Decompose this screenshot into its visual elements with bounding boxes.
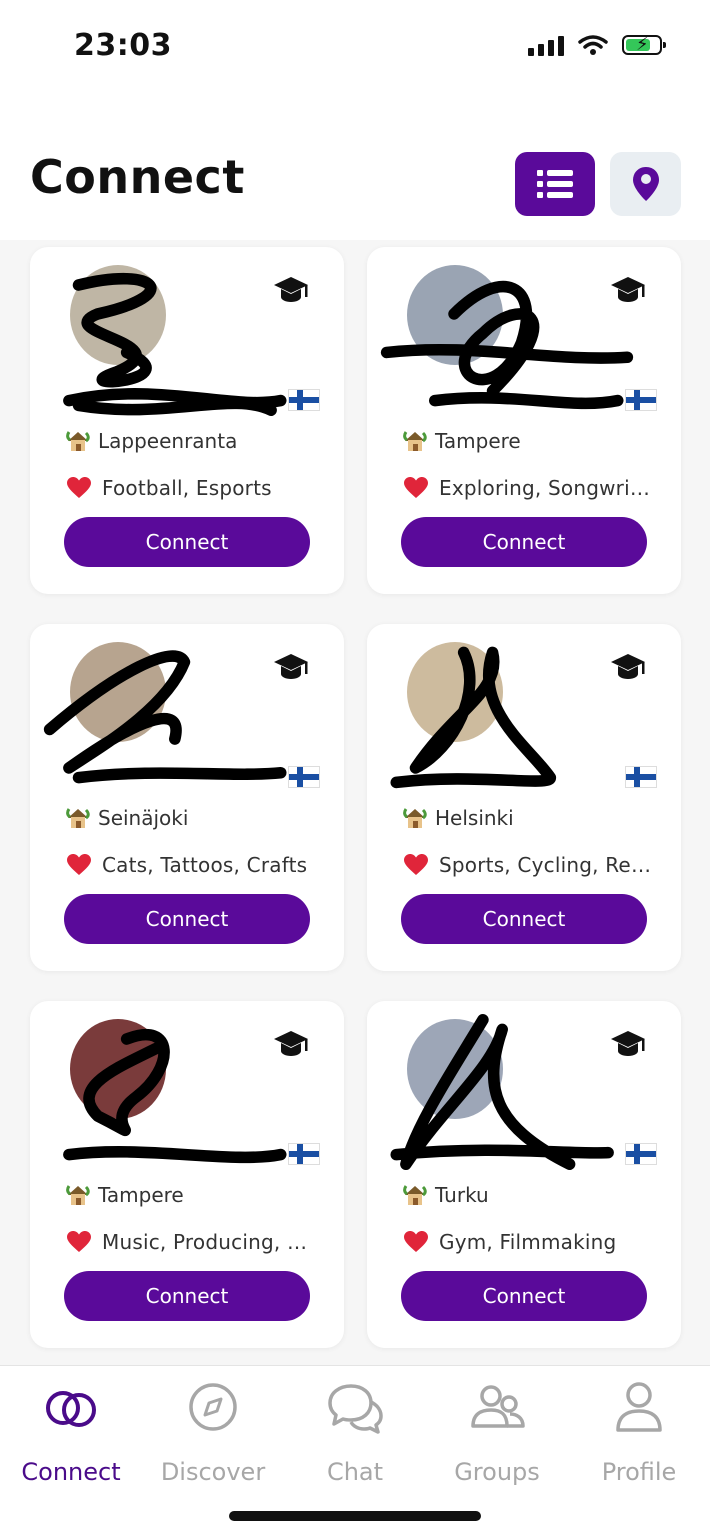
compass-icon (189, 1383, 237, 1431)
graduation-cap-icon (272, 275, 310, 305)
heart-icon (403, 1230, 429, 1254)
city-label: Tampere (98, 1183, 184, 1207)
interests-row: Exploring, Songwriti… (403, 473, 653, 503)
tab-groups[interactable]: Groups (426, 1380, 568, 1490)
group-icon (471, 1385, 525, 1428)
profile-card[interactable]: Helsinki Sports, Cycling, Rea… Connect (367, 624, 681, 971)
graduation-cap-icon (609, 652, 647, 682)
wifi-icon (578, 35, 608, 55)
tab-label: Profile (601, 1458, 677, 1486)
house-icon (66, 1184, 90, 1206)
finland-flag-icon (288, 389, 320, 411)
city-row: Seinäjoki (66, 804, 188, 832)
connect-button[interactable]: Connect (401, 894, 647, 944)
interests-row: Music, Producing, V… (66, 1227, 316, 1257)
graduation-cap-icon (272, 1029, 310, 1059)
graduation-cap-icon (609, 275, 647, 305)
city-row: Tampere (403, 427, 521, 455)
tab-label: Connect (21, 1458, 121, 1486)
city-label: Lappeenranta (98, 429, 238, 453)
heart-icon (403, 853, 429, 877)
map-view-button[interactable] (610, 152, 681, 216)
interests-row: Gym, Filmmaking (403, 1227, 653, 1257)
city-label: Tampere (435, 429, 521, 453)
heart-icon (66, 1230, 92, 1254)
city-row: Tampere (66, 1181, 184, 1209)
chat-bubbles-icon (328, 1384, 383, 1434)
connect-button[interactable]: Connect (64, 517, 310, 567)
city-label: Turku (435, 1183, 489, 1207)
tab-connect[interactable]: Connect (0, 1380, 142, 1490)
heart-icon (66, 853, 92, 877)
connect-button[interactable]: Connect (64, 894, 310, 944)
profile-card[interactable]: Turku Gym, Filmmaking Connect (367, 1001, 681, 1348)
profile-card[interactable]: Tampere Music, Producing, V… Connect (30, 1001, 344, 1348)
profile-card[interactable]: Lappeenranta Football, Esports Connect (30, 247, 344, 594)
city-row: Lappeenranta (66, 427, 237, 455)
connect-button[interactable]: Connect (401, 1271, 647, 1321)
city-label: Seinäjoki (98, 806, 189, 830)
house-icon (66, 430, 90, 452)
status-icons: ⚡ (528, 34, 666, 56)
interests-label: Football, Esports (102, 476, 272, 500)
tab-label: Discover (160, 1458, 266, 1486)
battery-charging-icon: ⚡ (622, 34, 666, 55)
tab-profile[interactable]: Profile (568, 1380, 710, 1490)
interests-label: Sports, Cycling, Rea… (439, 853, 651, 877)
city-label: Helsinki (435, 806, 514, 830)
finland-flag-icon (625, 389, 657, 411)
person-icon (616, 1382, 662, 1432)
city-row: Turku (403, 1181, 489, 1209)
interests-label: Music, Producing, V… (102, 1230, 314, 1254)
redaction-scribble (390, 1014, 614, 1170)
heart-icon (66, 476, 92, 500)
status-time: 23:03 (74, 28, 172, 63)
redaction-scribble (63, 273, 287, 416)
tab-discover[interactable]: Discover (142, 1380, 284, 1490)
graduation-cap-icon (609, 1029, 647, 1059)
finland-flag-icon (625, 766, 657, 788)
house-icon (403, 430, 427, 452)
interests-row: Cats, Tattoos, Crafts (66, 850, 316, 880)
house-icon (403, 1184, 427, 1206)
status-bar: 23:03 ⚡ (0, 0, 710, 100)
interests-label: Cats, Tattoos, Crafts (102, 853, 308, 877)
redaction-scribble (43, 650, 287, 784)
home-indicator (229, 1511, 481, 1521)
redaction-scribble (390, 646, 557, 789)
profile-card[interactable]: Tampere Exploring, Songwriti… Connect (367, 247, 681, 594)
list-icon (537, 170, 573, 198)
interests-label: Gym, Filmmaking (439, 1230, 617, 1254)
finland-flag-icon (288, 1143, 320, 1165)
interests-row: Football, Esports (66, 473, 316, 503)
city-row: Helsinki (403, 804, 514, 832)
finland-flag-icon (625, 1143, 657, 1165)
connect-button[interactable]: Connect (401, 517, 647, 567)
list-view-button[interactable] (515, 152, 595, 216)
header: Connect (0, 100, 710, 240)
tab-chat[interactable]: Chat (284, 1380, 426, 1490)
redaction-scribble (380, 281, 634, 410)
house-icon (66, 807, 90, 829)
location-pin-icon (632, 167, 659, 201)
finland-flag-icon (288, 766, 320, 788)
heart-icon (403, 476, 429, 500)
cellular-signal-icon (528, 34, 564, 56)
tab-label: Groups (454, 1458, 540, 1486)
graduation-cap-icon (272, 652, 310, 682)
interests-label: Exploring, Songwriti… (439, 476, 651, 500)
interests-row: Sports, Cycling, Rea… (403, 850, 653, 880)
house-icon (403, 807, 427, 829)
profile-card[interactable]: Seinäjoki Cats, Tattoos, Crafts Connect (30, 624, 344, 971)
tab-label: Chat (326, 1458, 384, 1486)
connect-button[interactable]: Connect (64, 1271, 310, 1321)
connect-rings-icon (46, 1391, 96, 1427)
people-grid: Lappeenranta Football, Esports Connect Tam… (0, 240, 710, 1365)
redaction-scribble (63, 1028, 287, 1164)
page-title: Connect (30, 150, 245, 204)
